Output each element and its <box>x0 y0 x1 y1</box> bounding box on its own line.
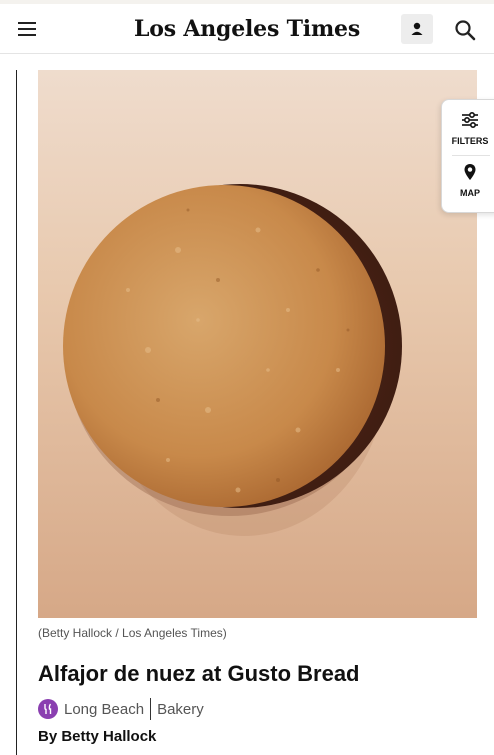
photo-credit: (Betty Hallock / Los Angeles Times) <box>38 626 227 640</box>
sliders-icon <box>462 111 478 129</box>
category-link[interactable]: Bakery <box>157 701 204 718</box>
user-icon <box>411 22 423 35</box>
account-button[interactable] <box>401 14 433 44</box>
map-label: MAP <box>460 188 480 198</box>
map-button[interactable]: MAP <box>442 162 494 212</box>
meta-divider <box>150 698 152 720</box>
side-panel: FILTERS MAP <box>441 99 494 213</box>
article-photo[interactable] <box>38 70 477 618</box>
article-meta: Long Beach Bakery <box>38 697 204 721</box>
search-button[interactable] <box>451 16 479 44</box>
article-title[interactable]: Alfajor de nuez at Gusto Bread <box>38 658 360 690</box>
timeline-rail <box>16 70 17 755</box>
fork-knife-icon <box>38 699 58 719</box>
hamburger-menu-icon[interactable] <box>12 16 42 42</box>
cookie-photo <box>63 184 402 536</box>
byline[interactable]: By Betty Hallock <box>38 728 156 745</box>
site-logo[interactable]: Los Angeles Times <box>130 14 364 44</box>
site-header: Los Angeles Times <box>0 4 494 54</box>
map-pin-icon <box>464 164 476 180</box>
side-divider <box>452 155 490 156</box>
filters-button[interactable]: FILTERS <box>442 110 494 160</box>
filters-label: FILTERS <box>451 136 489 146</box>
search-icon <box>455 20 476 41</box>
neighborhood-link[interactable]: Long Beach <box>64 701 144 718</box>
